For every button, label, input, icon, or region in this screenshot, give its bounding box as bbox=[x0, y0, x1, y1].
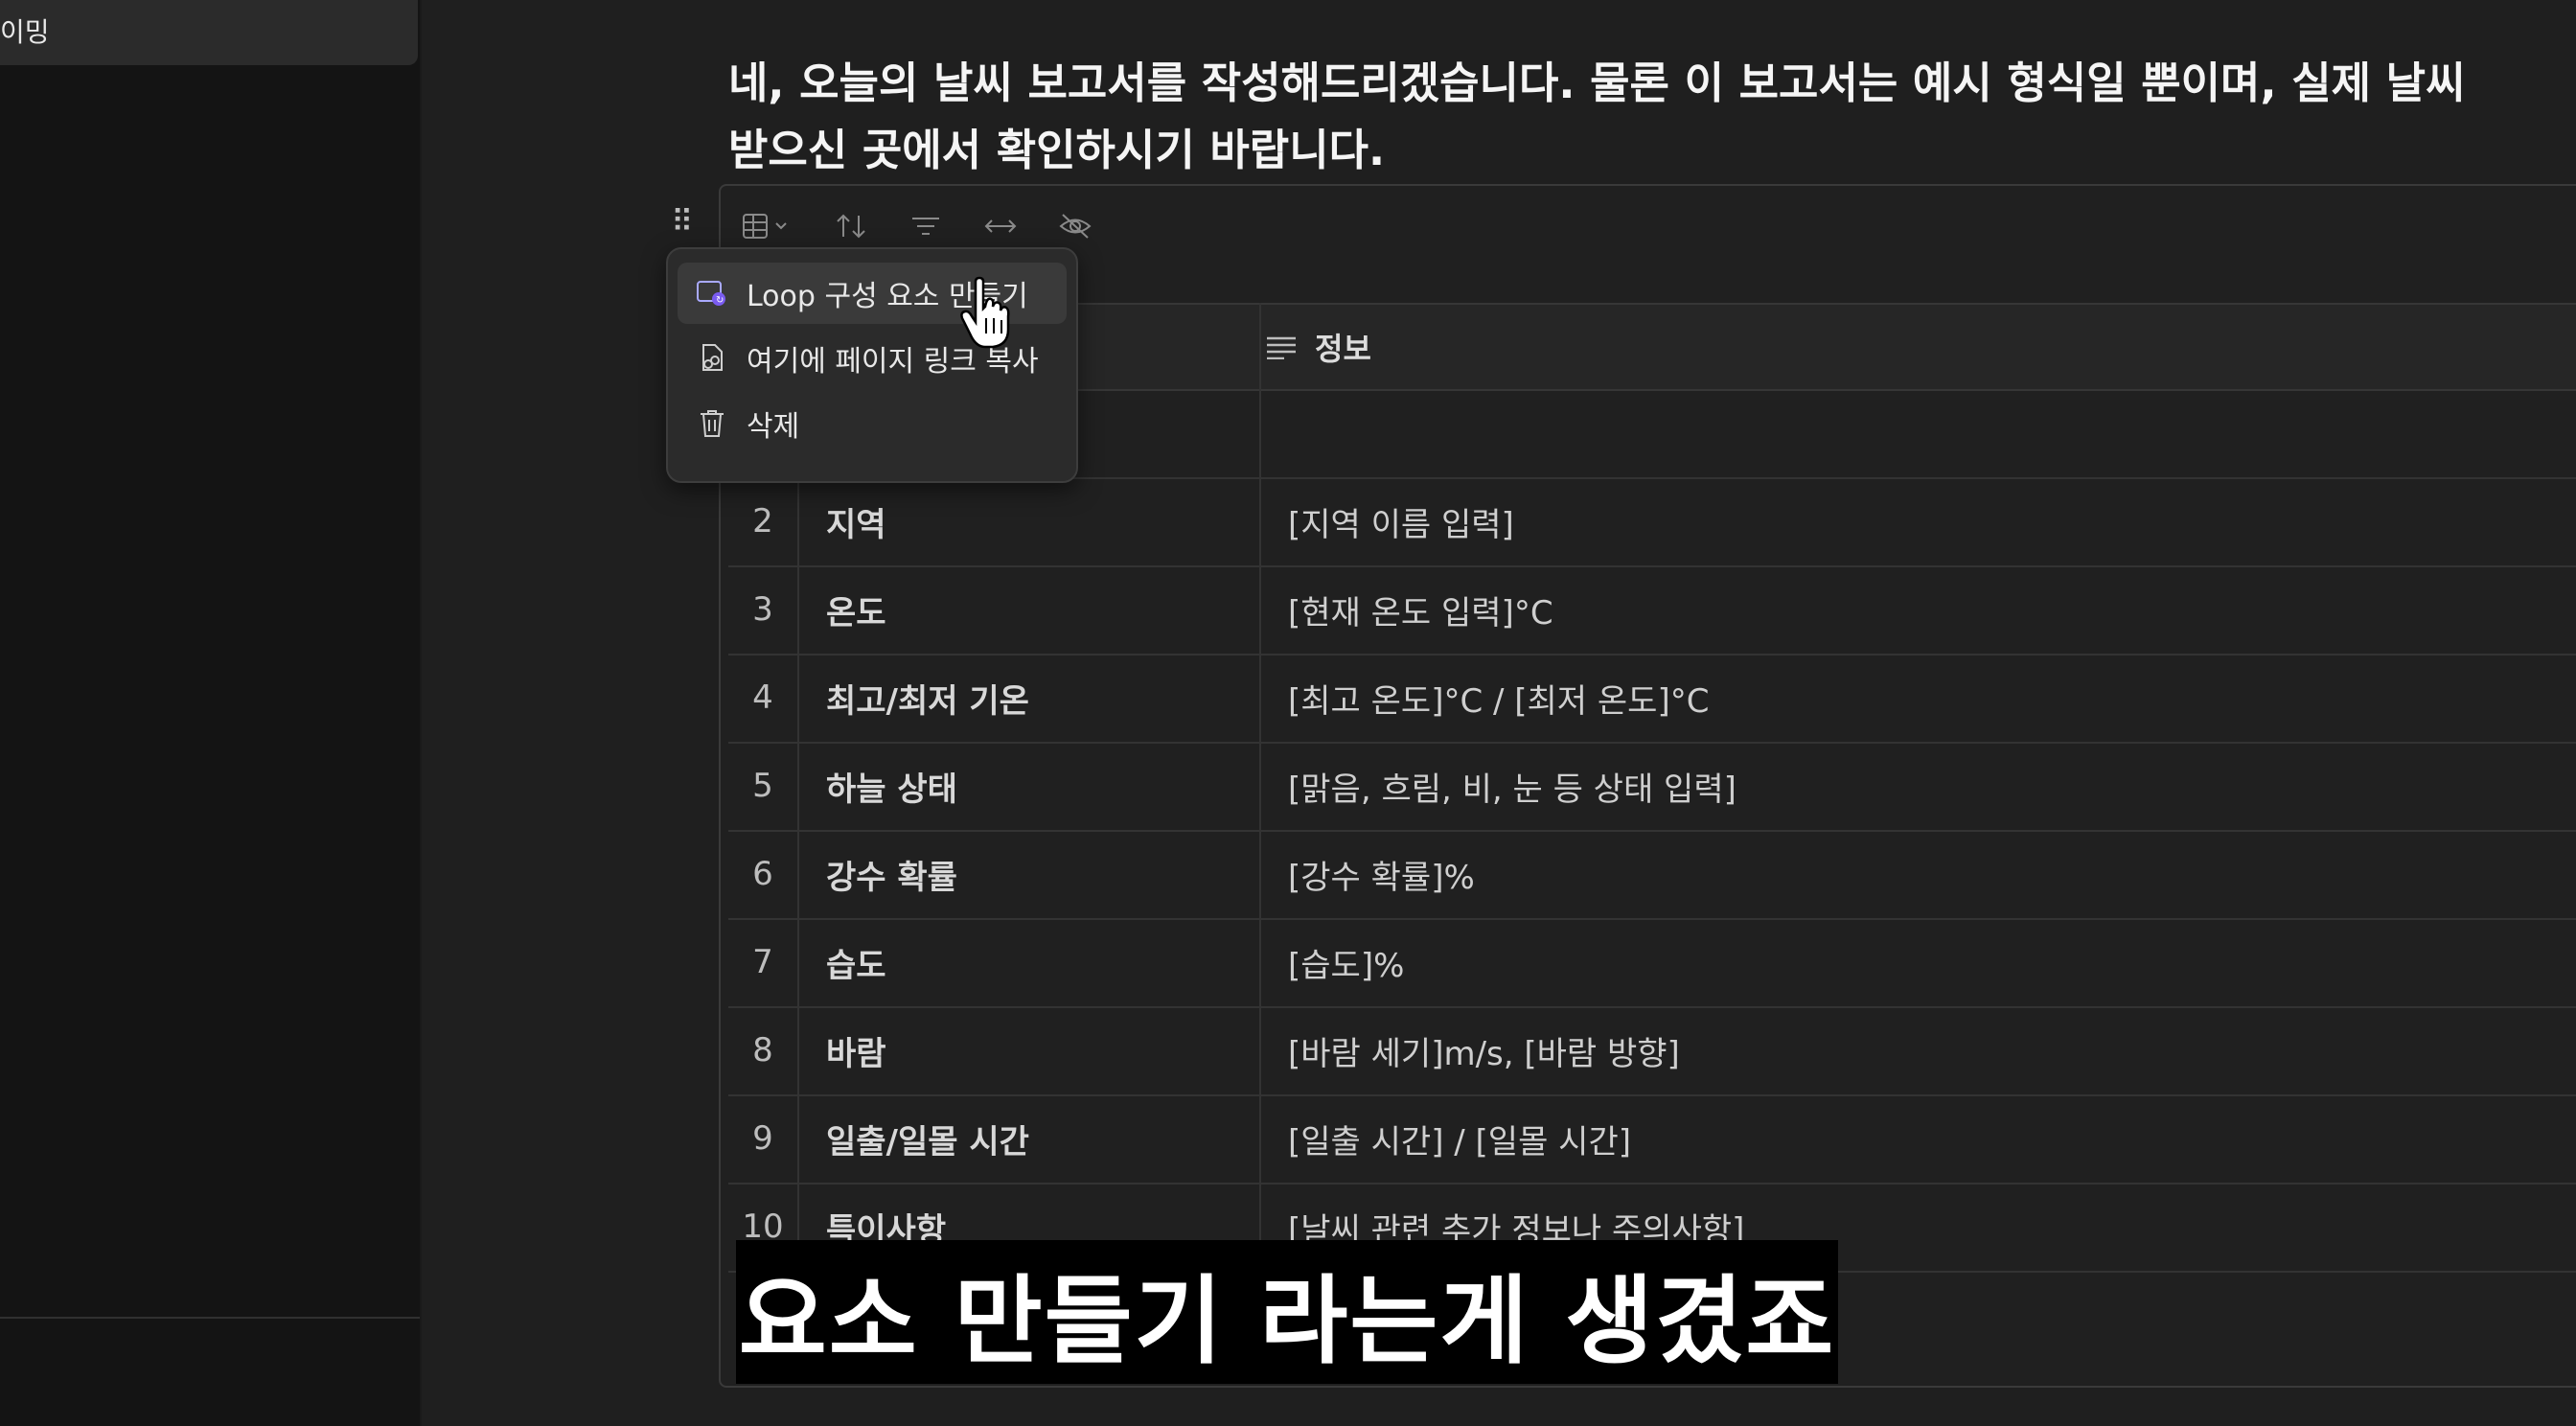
row-value[interactable]: [최고 온도]°C / [최저 온도]°C bbox=[1288, 654, 1709, 742]
row-number: 9 bbox=[752, 1119, 773, 1158]
table-toolbar bbox=[738, 199, 1094, 253]
hide-icon[interactable] bbox=[1056, 207, 1094, 245]
row-value[interactable]: [맑음, 흐림, 비, 눈 등 상태 입력] bbox=[1288, 742, 1736, 830]
table-row[interactable]: 4 최고/최저 기온 [최고 온도]°C / [최저 온도]°C bbox=[728, 654, 2576, 744]
row-key[interactable]: 습도 bbox=[826, 918, 886, 1006]
row-value[interactable]: [습도]% bbox=[1288, 918, 1404, 1006]
message-line-2: 받으신 곳에서 확인하시기 바랍니다. bbox=[728, 125, 1386, 175]
sidebar-top-item-label: 이밍 bbox=[0, 16, 50, 48]
sidebar-top-item[interactable]: 이밍 bbox=[0, 0, 418, 65]
table-row[interactable]: 5 하늘 상태 [맑음, 흐림, 비, 눈 등 상태 입력] bbox=[728, 742, 2576, 832]
row-value[interactable]: [강수 확률]% bbox=[1288, 830, 1475, 918]
row-value[interactable]: [지역 이름 입력] bbox=[1288, 477, 1514, 565]
column-width-icon[interactable] bbox=[981, 207, 1020, 245]
drag-handle-icon[interactable]: ⠿ bbox=[671, 203, 694, 240]
row-value[interactable]: [일출 시간] / [일몰 시간] bbox=[1288, 1094, 1631, 1183]
assistant-message: 네, 오늘의 날씨 보고서를 작성해드리겠습니다. 물론 이 보고서는 예시 형… bbox=[728, 50, 2576, 184]
header-info[interactable]: 정보 bbox=[1265, 305, 1371, 389]
header-info-label: 정보 bbox=[1315, 331, 1371, 367]
column-divider bbox=[1259, 303, 1261, 1261]
row-number: 8 bbox=[752, 1031, 773, 1070]
filter-icon[interactable] bbox=[907, 207, 945, 245]
row-value[interactable]: [현재 온도 입력]°C bbox=[1288, 565, 1553, 654]
sidebar: 이밍 bbox=[0, 0, 420, 1426]
context-menu: ↻ Loop 구성 요소 만들기 여기에 페이지 링크 복사 삭제 bbox=[666, 247, 1078, 483]
row-number: 3 bbox=[752, 590, 773, 629]
number-column-divider bbox=[797, 389, 799, 1261]
sidebar-divider bbox=[0, 1317, 420, 1319]
row-key[interactable]: 하늘 상태 bbox=[826, 742, 957, 830]
caption-text: 요소 만들기 라는게 생겼죠 bbox=[738, 1264, 1836, 1377]
table-view-icon[interactable] bbox=[738, 207, 795, 245]
table-row[interactable]: 6 강수 확률 [강수 확률]% bbox=[728, 830, 2576, 920]
row-number: 4 bbox=[752, 678, 773, 717]
menu-item-label: 삭제 bbox=[747, 410, 800, 444]
table-row[interactable]: 7 습도 [습도]% bbox=[728, 918, 2576, 1008]
row-key[interactable]: 온도 bbox=[826, 565, 886, 654]
table-row[interactable]: 9 일출/일몰 시간 [일출 시간] / [일몰 시간] bbox=[728, 1094, 2576, 1184]
row-number: 2 bbox=[752, 502, 773, 540]
row-key[interactable]: 일출/일몰 시간 bbox=[826, 1094, 1029, 1183]
row-key[interactable]: 지역 bbox=[826, 477, 886, 565]
row-number: 6 bbox=[752, 855, 773, 893]
text-column-icon bbox=[1267, 336, 1296, 359]
trash-icon bbox=[678, 408, 747, 439]
row-key[interactable]: 강수 확률 bbox=[826, 830, 957, 918]
row-number: 7 bbox=[752, 943, 773, 981]
row-key[interactable]: 최고/최저 기온 bbox=[826, 654, 1029, 742]
sort-icon[interactable] bbox=[832, 207, 870, 245]
video-caption: 요소 만들기 라는게 생겼죠 bbox=[736, 1240, 1838, 1384]
table-row[interactable]: 3 온도 [현재 온도 입력]°C bbox=[728, 565, 2576, 656]
loop-component-icon: ↻ bbox=[678, 279, 747, 308]
table-row[interactable]: 8 바람 [바람 세기]m/s, [바람 방향] bbox=[728, 1006, 2576, 1096]
table-row[interactable]: 2 지역 [지역 이름 입력] bbox=[728, 477, 2576, 567]
row-key[interactable]: 바람 bbox=[826, 1006, 886, 1094]
link-copy-icon bbox=[678, 343, 747, 374]
row-number: 5 bbox=[752, 767, 773, 805]
svg-text:↻: ↻ bbox=[716, 295, 724, 306]
menu-item-delete[interactable]: 삭제 bbox=[678, 393, 1067, 454]
row-value[interactable]: [바람 세기]m/s, [바람 방향] bbox=[1288, 1006, 1680, 1094]
message-line-1: 네, 오늘의 날씨 보고서를 작성해드리겠습니다. 물론 이 보고서는 예시 형… bbox=[728, 58, 2466, 108]
hand-cursor-icon bbox=[960, 276, 1010, 349]
